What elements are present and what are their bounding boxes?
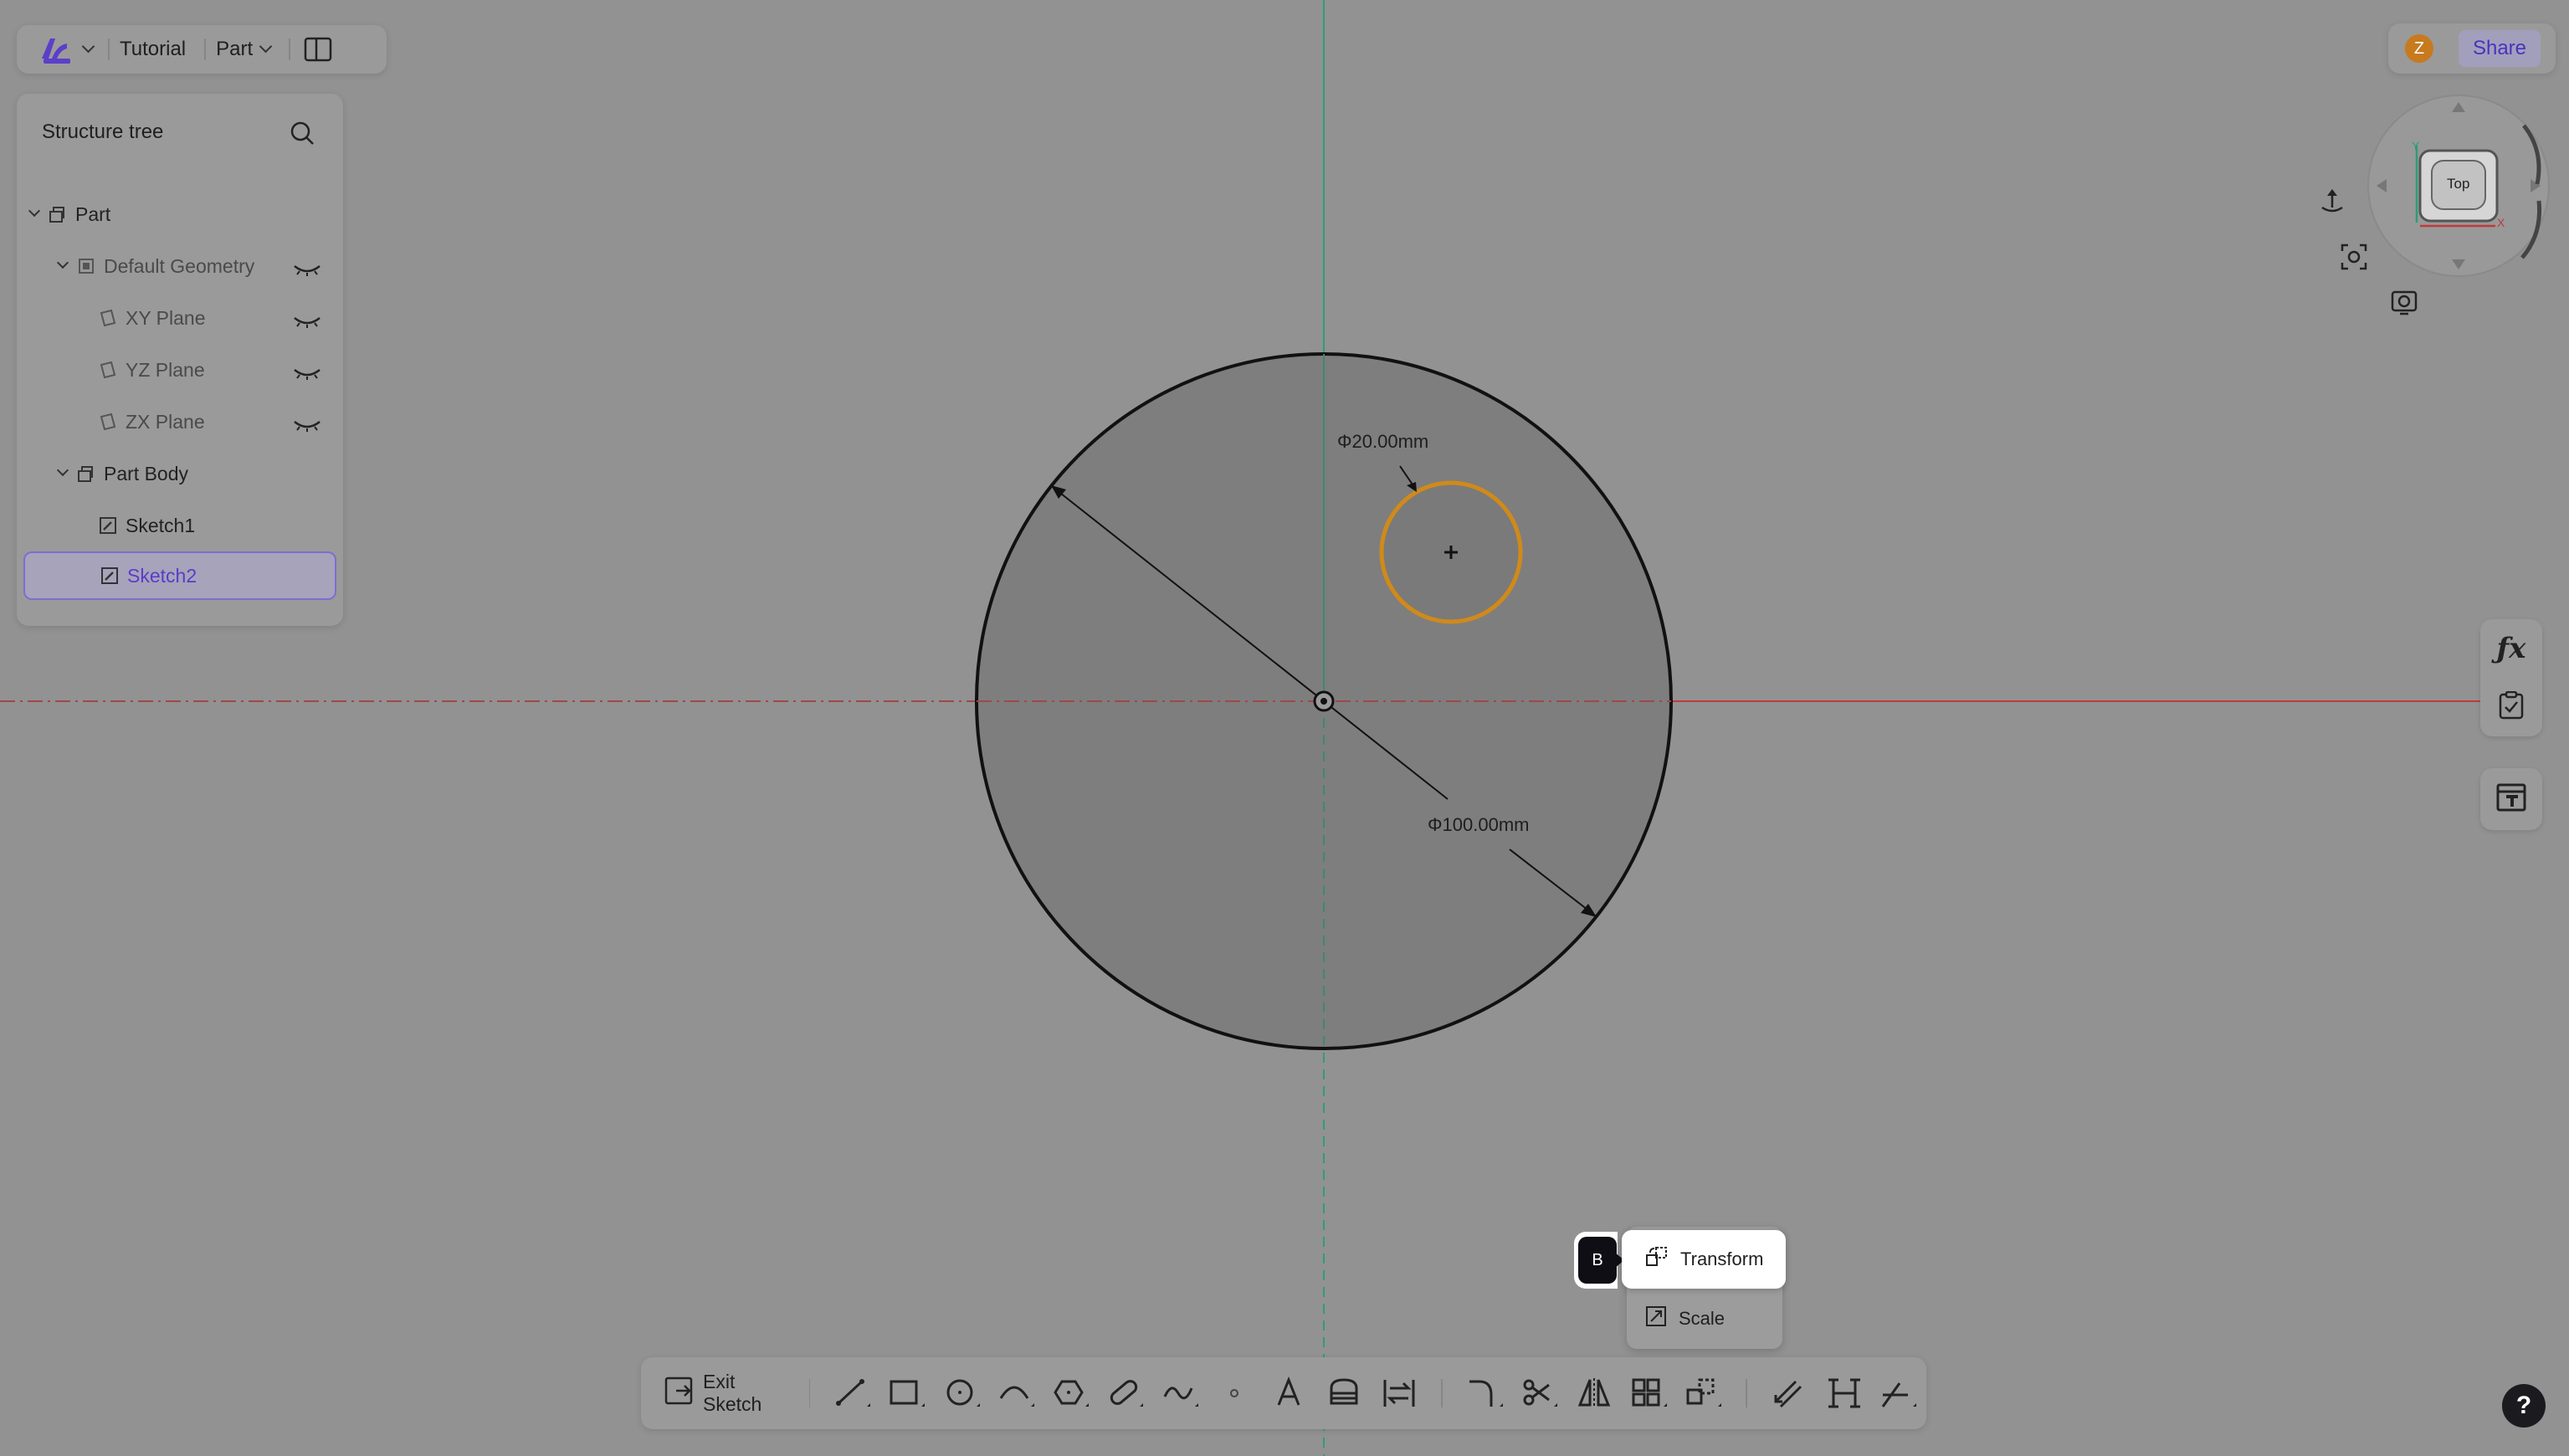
sketch-icon: [99, 516, 117, 535]
project-name[interactable]: Tutorial: [120, 38, 186, 61]
toolbar-divider: [1746, 1379, 1748, 1407]
tree-item-label: ZX Plane: [126, 410, 205, 433]
spline-tool-icon[interactable]: [1153, 1368, 1208, 1418]
chevron-down-icon[interactable]: [28, 204, 41, 218]
rectangle-tool-icon[interactable]: [880, 1368, 935, 1418]
fillet-tool-icon[interactable]: [1458, 1368, 1512, 1418]
formula-icon: ƒx: [2496, 632, 2526, 666]
dimension-label-small[interactable]: Φ20.00mm: [1337, 431, 1428, 452]
share-bar: Z Share: [2388, 23, 2556, 74]
transform-tool-icon[interactable]: [1676, 1368, 1731, 1418]
sketch-icon: [100, 567, 119, 585]
exit-sketch-label: Exit Sketch: [703, 1371, 762, 1415]
chevron-down-icon[interactable]: [56, 464, 69, 477]
upright-view-icon[interactable]: [2318, 187, 2346, 220]
line-tool-icon[interactable]: [825, 1368, 879, 1418]
side-tools: ƒx: [2480, 619, 2542, 835]
render-mode-icon[interactable]: [2390, 288, 2418, 320]
constraint-tool-icon[interactable]: [1872, 1368, 1926, 1418]
formula-button[interactable]: ƒx: [2480, 619, 2542, 736]
structure-tree-title: Structure tree: [42, 120, 164, 143]
tree-item-label: Part Body: [104, 462, 188, 484]
polygon-tool-icon[interactable]: [1043, 1368, 1098, 1418]
transform-context-menu: Transform Scale: [1622, 1227, 1786, 1349]
view-cube-axis-x: X: [2497, 216, 2505, 229]
toolbar-divider: [808, 1379, 811, 1407]
pattern-tool-icon[interactable]: [1622, 1368, 1676, 1418]
table-icon: [2496, 783, 2526, 816]
menu-item-scale[interactable]: Scale: [1627, 1292, 1782, 1346]
tree-item-xy-plane[interactable]: XY Plane: [23, 294, 336, 342]
tree-item-sketch1[interactable]: Sketch1: [23, 501, 336, 550]
search-icon[interactable]: [290, 120, 315, 150]
sketch-canvas[interactable]: Φ100.00mm Φ20.00mm: [0, 0, 2569, 1456]
trim-tool-icon[interactable]: [1512, 1368, 1567, 1418]
structure-tree-panel: Structure tree Part Default Geometry XY …: [17, 94, 343, 626]
app-logo-icon[interactable]: [38, 33, 75, 65]
tree-item-label: YZ Plane: [126, 358, 205, 381]
plane-icon: [99, 309, 117, 327]
text-tool-icon[interactable]: [1262, 1368, 1316, 1418]
eye-closed-icon[interactable]: [293, 362, 321, 385]
fit-view-icon[interactable]: [2340, 243, 2368, 275]
dimension-label-large[interactable]: Φ100.00mm: [1428, 814, 1530, 835]
chevron-down-icon[interactable]: [56, 256, 69, 269]
mirror-tool-icon[interactable]: [1567, 1368, 1622, 1418]
table-panel-button[interactable]: [2480, 768, 2542, 830]
tree-item-label: XY Plane: [126, 306, 206, 329]
slot-tool-icon[interactable]: [1099, 1368, 1153, 1418]
eye-closed-icon[interactable]: [293, 259, 321, 281]
project-tool-icon[interactable]: [1317, 1368, 1372, 1418]
tree-item-yz-plane[interactable]: YZ Plane: [23, 346, 336, 394]
chevron-down-icon[interactable]: [81, 39, 95, 53]
view-cube-face-label[interactable]: Top: [2447, 176, 2469, 192]
divider: [108, 38, 110, 60]
exit-sketch-icon: [664, 1377, 695, 1410]
part-icon: [49, 205, 67, 223]
tree-item-default-geometry[interactable]: Default Geometry: [23, 242, 336, 290]
dimension-tool-icon[interactable]: [1818, 1368, 1872, 1418]
avatar[interactable]: Z: [2405, 34, 2433, 63]
tree-item-label: Default Geometry: [104, 254, 255, 277]
top-app-bar: Tutorial Part: [17, 25, 387, 74]
workspace-menu[interactable]: Part: [216, 38, 253, 61]
convert-tool-icon[interactable]: [1372, 1368, 1426, 1418]
divider: [289, 38, 291, 60]
shortcut-badge: B: [1578, 1237, 1617, 1284]
toolbar-divider: [1441, 1379, 1443, 1407]
point-tool-icon[interactable]: [1208, 1368, 1262, 1418]
circle-tool-icon[interactable]: [935, 1368, 989, 1418]
eye-closed-icon[interactable]: [293, 414, 321, 437]
tree-item-label: Part: [75, 203, 111, 225]
transform-icon: [1645, 1245, 1669, 1274]
tree-item-part[interactable]: Part: [23, 190, 336, 238]
checklist-icon[interactable]: [2499, 690, 2524, 724]
help-button[interactable]: ?: [2502, 1384, 2546, 1428]
eye-closed-icon[interactable]: [293, 310, 321, 333]
menu-item-label: Scale: [1679, 1308, 1725, 1329]
divider: [204, 38, 207, 60]
geometry-group-icon: [77, 257, 95, 275]
scale-icon: [1645, 1305, 1667, 1332]
origin-point-center: [1320, 698, 1327, 705]
plane-icon: [99, 413, 117, 431]
share-button[interactable]: Share: [2459, 30, 2541, 67]
tree-item-sketch2[interactable]: Sketch2: [23, 551, 336, 600]
menu-item-label: Transform: [1680, 1248, 1764, 1269]
panel-toggle-icon[interactable]: [304, 37, 332, 62]
tree-item-label: Sketch1: [126, 514, 196, 536]
tree-item-zx-plane[interactable]: ZX Plane: [23, 397, 336, 446]
tree-item-label: Sketch2: [127, 564, 197, 587]
exit-sketch-button[interactable]: Exit Sketch: [664, 1371, 794, 1416]
arc-tool-icon[interactable]: [989, 1368, 1043, 1418]
chevron-down-icon[interactable]: [259, 39, 273, 53]
menu-item-transform[interactable]: Transform: [1622, 1230, 1786, 1289]
view-cube-axis-y: Y: [2412, 139, 2420, 152]
tree-item-part-body[interactable]: Part Body: [23, 449, 336, 498]
plane-icon: [99, 361, 117, 379]
view-cube-widget[interactable]: Top Y X: [2365, 92, 2552, 279]
sketch-toolbar: Exit Sketch: [641, 1357, 1926, 1429]
offset-tool-icon[interactable]: [1762, 1368, 1817, 1418]
part-icon: [77, 464, 95, 483]
